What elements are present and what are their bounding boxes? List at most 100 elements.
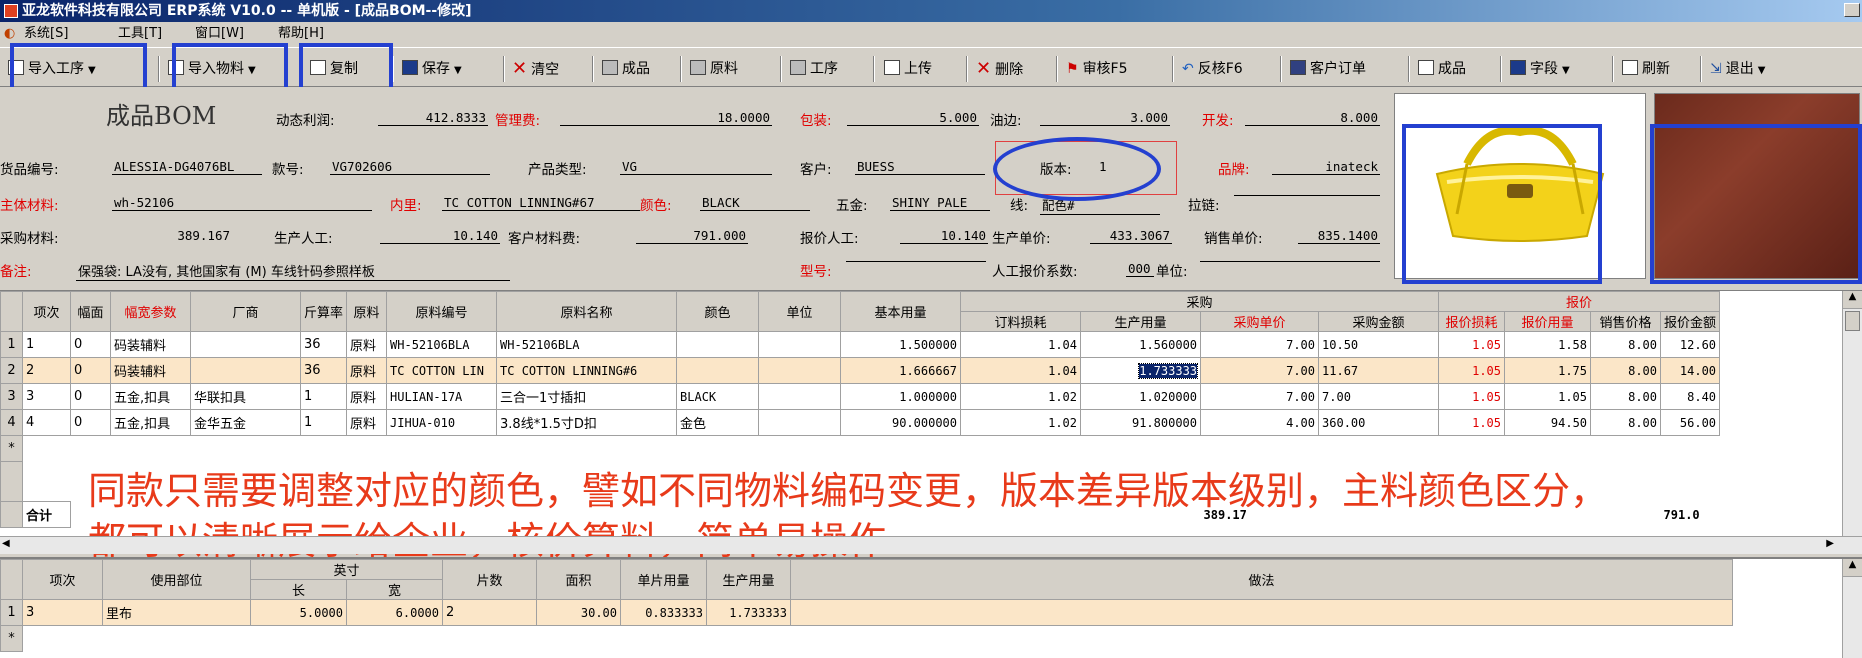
cell[interactable]: 3.8线*1.5寸D扣 [496, 409, 678, 436]
cell[interactable]: 码装辅料 [110, 331, 191, 358]
selected-cell[interactable]: 1.733333 [1138, 362, 1199, 379]
hardware-field[interactable]: SHINY PALE [890, 195, 990, 211]
remark-field[interactable]: 保强袋: LA没有, 其他国家有 (M) 车线针码参照样板 [76, 261, 510, 281]
cell[interactable]: 原料 [346, 357, 388, 384]
col-header[interactable]: 面积 [536, 559, 621, 600]
scroll-up-icon[interactable]: ▲ [1843, 559, 1862, 577]
quote-labor-field[interactable]: 10.140 [900, 228, 988, 244]
cell[interactable]: 五金,扣具 [110, 409, 191, 436]
col-header[interactable]: 使用部位 [102, 559, 251, 600]
col-header[interactable]: 颜色 [676, 291, 760, 332]
cell[interactable]: 2 [442, 599, 537, 626]
cell[interactable]: 3 [22, 383, 71, 410]
cell[interactable]: 0 [70, 357, 111, 384]
cell[interactable]: 金华五金 [190, 409, 301, 436]
cell[interactable] [758, 331, 842, 358]
zipper-field[interactable] [1234, 195, 1380, 196]
col-header[interactable]: 采购金额 [1318, 311, 1440, 332]
finished-button[interactable]: 成品 [1418, 56, 1466, 82]
col-header[interactable]: 原料编号 [386, 291, 498, 332]
cell[interactable]: 7.00 [1200, 383, 1320, 410]
sale-price-field[interactable]: 835.1400 [1298, 228, 1380, 244]
cell[interactable]: 码装辅料 [110, 357, 191, 384]
chevron-down-icon[interactable]: ▼ [454, 65, 462, 76]
refresh-button[interactable]: 刷新 [1622, 56, 1670, 82]
product-type-field[interactable]: VG [620, 159, 772, 175]
cell[interactable]: 36 [299, 357, 348, 384]
cell[interactable]: 1.020000 [1080, 383, 1202, 410]
cell[interactable]: 0 [70, 383, 111, 410]
goods-no-field[interactable]: ALESSIA-DG4076BL [112, 159, 262, 175]
scroll-up-icon[interactable]: ▲ [1843, 291, 1862, 309]
col-header[interactable]: 项次 [22, 559, 103, 600]
cell[interactable]: 5.0000 [250, 599, 347, 626]
unit-price-field[interactable]: 433.3067 [1090, 228, 1172, 244]
cell[interactable] [676, 331, 760, 358]
new-row-marker[interactable]: * [0, 625, 23, 652]
save-button[interactable]: 保存 ▼ [402, 56, 462, 82]
unit-field[interactable] [1200, 261, 1380, 262]
cell[interactable]: 1.05 [1438, 331, 1506, 358]
cell[interactable] [190, 331, 301, 358]
table-row[interactable]: 1 3 里布 5.0000 6.0000 2 30.00 0.833333 1.… [0, 599, 1733, 626]
cell[interactable]: 五金,扣具 [110, 383, 191, 410]
cell[interactable]: 8.00 [1590, 331, 1662, 358]
exit-button[interactable]: ⇲ 退出 ▼ [1710, 56, 1765, 82]
customer-field[interactable]: BUESS [855, 159, 985, 175]
cell[interactable]: 1 [22, 331, 71, 358]
customer-order-button[interactable]: 客户订单 [1290, 56, 1366, 82]
cell[interactable]: 10.50 [1318, 331, 1440, 358]
cell[interactable]: JIHUA-010 [386, 409, 498, 436]
minimize-button[interactable] [1844, 3, 1860, 17]
table-row[interactable]: 1 1 0 码装辅料 36 原料 WH-52106BLA WH-52106BLA… [0, 331, 1721, 358]
packing-field[interactable]: 5.000 [847, 110, 979, 126]
cell[interactable]: 4 [22, 409, 71, 436]
row-number[interactable]: 1 [0, 599, 23, 626]
table-row[interactable]: 3 3 0 五金,扣具 华联扣具 1 原料 HULIAN-17A 三合一1寸插扣… [0, 383, 1721, 410]
cell[interactable]: 12.60 [1660, 331, 1721, 358]
cell[interactable]: 11.67 [1318, 357, 1440, 384]
col-header[interactable]: 生产用量 [706, 559, 791, 600]
table-row[interactable]: 4 4 0 五金,扣具 金华五金 1 原料 JIHUA-010 3.8线*1.5… [0, 409, 1721, 436]
cell[interactable]: TC COTTON LINNING#6 [496, 357, 678, 384]
cell[interactable] [758, 409, 842, 436]
scroll-thumb[interactable] [1845, 311, 1860, 331]
row-number[interactable]: 4 [0, 409, 23, 436]
cell[interactable] [790, 599, 1733, 626]
col-header[interactable]: 单位 [758, 291, 842, 332]
cell[interactable]: TC COTTON LIN [386, 357, 498, 384]
cell[interactable] [758, 357, 842, 384]
cell[interactable]: 30.00 [536, 599, 621, 626]
main-material-field[interactable]: wh-52106 [112, 195, 372, 211]
cell[interactable]: 2 [22, 357, 71, 384]
cell[interactable]: 7.00 [1318, 383, 1440, 410]
new-row[interactable]: * [0, 435, 1720, 462]
col-header[interactable]: 幅宽参数 [110, 291, 191, 332]
cell[interactable]: 360.00 [1318, 409, 1440, 436]
unaudit-button[interactable]: ↶ 反核F6 [1182, 56, 1243, 82]
color-field[interactable]: BLACK [700, 195, 810, 211]
chevron-down-icon[interactable]: ▼ [1562, 65, 1570, 76]
horizontal-scrollbar[interactable]: ◀ ▶ [0, 536, 1862, 554]
col-header[interactable]: 斤算率 [299, 291, 348, 332]
cell[interactable]: 1.04 [960, 357, 1082, 384]
print-material-button[interactable]: 原料 [690, 56, 738, 82]
print-finished-button[interactable]: 成品 [602, 56, 650, 82]
cell[interactable]: 94.50 [1504, 409, 1592, 436]
cell[interactable]: 1.05 [1438, 383, 1506, 410]
cell[interactable]: 1 [299, 383, 348, 410]
cell[interactable]: 里布 [102, 599, 251, 626]
cell[interactable] [758, 383, 842, 410]
col-header[interactable]: 销售价格 [1590, 311, 1662, 332]
col-header[interactable]: 单片用量 [620, 559, 707, 600]
cell[interactable]: 8.00 [1590, 383, 1662, 410]
cell[interactable]: 1.05 [1438, 409, 1506, 436]
cell[interactable]: 1 [299, 409, 348, 436]
cell[interactable]: 90.000000 [840, 409, 962, 436]
cell[interactable]: 4.00 [1200, 409, 1320, 436]
cell[interactable]: 原料 [346, 409, 388, 436]
clear-button[interactable]: ✕ 清空 [512, 56, 559, 82]
col-header[interactable]: 采购单价 [1200, 311, 1320, 332]
brand-field[interactable]: inateck [1272, 159, 1380, 175]
cell[interactable]: 1.666667 [840, 357, 962, 384]
